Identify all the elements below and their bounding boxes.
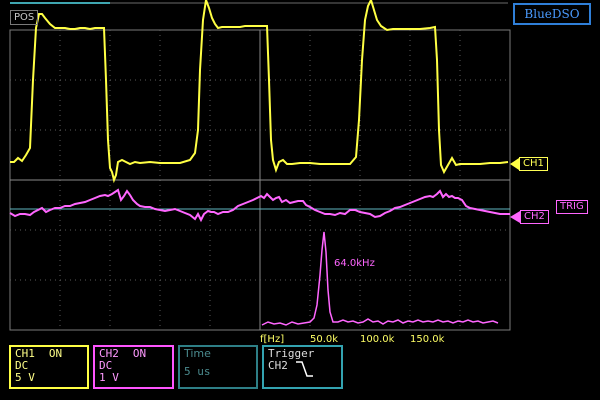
fft-peak-label: 64.0kHz xyxy=(334,258,375,269)
fft-spectrum-trace xyxy=(261,231,499,326)
ch1-state: ON xyxy=(48,347,63,360)
fft-unit-label: f[Hz] xyxy=(260,334,284,345)
scroll-strip[interactable] xyxy=(10,2,110,4)
fft-tick-50k: 50.0k xyxy=(310,334,338,345)
position-label[interactable]: POS xyxy=(10,10,39,25)
oscilloscope-display: f[Hz] 50.0k 100.0k 150.0k 64.0kHz xyxy=(9,0,520,345)
graticule-grid xyxy=(9,29,511,331)
ch2-level-marker[interactable]: CH2 xyxy=(520,210,549,224)
trigger-source: CH2 xyxy=(268,359,288,372)
brand-logo-button[interactable]: BlueDSO xyxy=(513,3,591,25)
trigger-panel[interactable]: Trigger CH2 xyxy=(262,345,343,389)
ch2-scale: 1 V xyxy=(99,371,119,384)
ch1-marker-arrow xyxy=(510,158,519,170)
fft-tick-100k: 100.0k xyxy=(360,334,395,345)
falling-edge-icon xyxy=(295,361,313,377)
ch2-state: ON xyxy=(132,347,147,360)
ch2-settings-panel[interactable]: CH2 ON DC 1 V xyxy=(93,345,174,389)
ch1-scale: 5 V xyxy=(15,371,35,384)
timebase-value: 5 us xyxy=(184,365,211,378)
ch2-marker-arrow xyxy=(510,211,520,223)
ch1-trace xyxy=(10,0,509,184)
ch1-settings-panel[interactable]: CH1 ON DC 5 V xyxy=(9,345,89,389)
timebase-panel[interactable]: Time 5 us xyxy=(178,345,258,389)
trigger-level-marker[interactable]: TRIG xyxy=(556,200,588,214)
fft-tick-150k: 150.0k xyxy=(410,334,445,345)
ch1-level-marker[interactable]: CH1 xyxy=(519,157,548,171)
timebase-label: Time xyxy=(184,347,211,360)
